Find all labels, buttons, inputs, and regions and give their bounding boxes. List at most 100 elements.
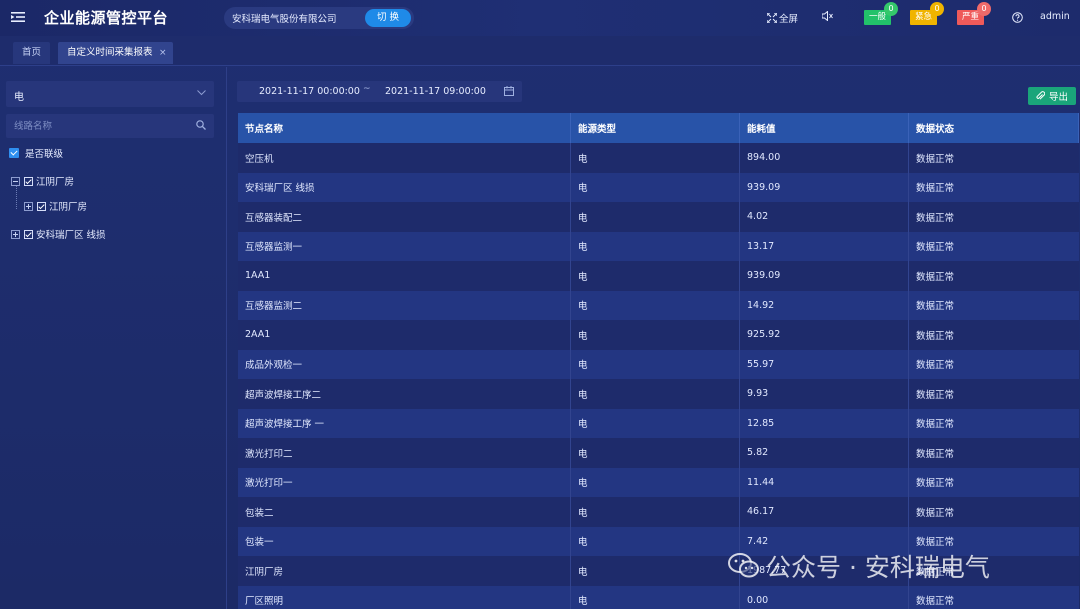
expand-icon[interactable] xyxy=(11,229,20,239)
table-row[interactable]: 包装一电 7.42 数据正常 xyxy=(238,526,1079,556)
cell-energy-type: 电 xyxy=(571,290,740,320)
alarm-urgent-badge[interactable]: 紧急 0 xyxy=(910,2,945,25)
cell-status: 数据正常 xyxy=(916,153,955,165)
cell-status: 数据正常 xyxy=(916,360,955,372)
tree-node-jiangyin[interactable]: 江阴厂房 xyxy=(11,174,74,188)
calendar-icon[interactable] xyxy=(504,86,514,96)
tab-close-icon[interactable]: × xyxy=(159,42,167,64)
cell-node-name: 包装二 xyxy=(238,497,571,527)
sidebar: 电 是否联级 江阴厂房 江阴厂房 安科瑞厂区 线损 xyxy=(0,67,227,609)
cascade-checkbox[interactable]: 是否联级 xyxy=(9,146,63,160)
line-name-search-input[interactable] xyxy=(6,114,186,138)
table-row[interactable]: 超声波焊接工序二电 9.93 数据正常 xyxy=(238,379,1079,409)
cell-consumption: 9.93 xyxy=(740,379,909,409)
tree-node-label: 安科瑞厂区 线损 xyxy=(36,230,106,241)
cell-energy-type: 电 xyxy=(571,408,740,438)
cell-energy-type: 电 xyxy=(571,526,740,556)
column-header-status[interactable]: 数据状态 xyxy=(909,113,1079,143)
alarm-urgent-count: 0 xyxy=(930,2,945,16)
cell-energy-type: 电 xyxy=(571,261,740,291)
cell-node-name: 空压机 xyxy=(238,143,571,173)
tab-home[interactable]: 首页 xyxy=(13,42,51,64)
cell-node-name: 超声波焊接工序 一 xyxy=(238,408,571,438)
cell-energy-type: 电 xyxy=(571,202,740,232)
table-row[interactable]: 2AA1 电 925.92 数据正常 xyxy=(238,320,1079,350)
cell-energy-type: 电 xyxy=(571,556,740,586)
app-title: 企业能源管控平台 xyxy=(44,9,169,27)
table-row[interactable]: 空压机电 894.00 数据正常 xyxy=(238,143,1079,173)
fullscreen-label: 全屏 xyxy=(779,14,799,25)
tab-custom-time-report[interactable]: 自定义时间采集报表 × xyxy=(58,42,173,64)
cell-node-name: 激光打印一 xyxy=(238,467,571,497)
tree-checkbox[interactable] xyxy=(24,229,33,239)
table-row[interactable]: 江阴厂房电 1987.77 数据正常 xyxy=(238,556,1079,586)
cell-node-name: 互感器监测二 xyxy=(238,290,571,320)
switch-company-button[interactable]: 切 换 xyxy=(365,9,411,27)
cell-status: 数据正常 xyxy=(916,271,955,283)
user-menu[interactable]: admin xyxy=(1040,11,1070,22)
table-row[interactable]: 互感器监测二电 14.92 数据正常 xyxy=(238,290,1079,320)
cell-status: 数据正常 xyxy=(916,537,955,549)
cell-node-name: 1AA1 xyxy=(238,261,571,291)
table-row[interactable]: 互感器装配二电 4.02 数据正常 xyxy=(238,202,1079,232)
end-datetime[interactable]: 2021-11-17 09:00:00 xyxy=(385,86,486,97)
cell-consumption: 7.42 xyxy=(740,526,909,556)
column-header-energy-type[interactable]: 能源类型 xyxy=(571,113,740,143)
cell-node-name: 厂区照明 xyxy=(238,585,571,609)
cell-status: 数据正常 xyxy=(916,478,955,490)
column-header-consumption[interactable]: 能耗值 xyxy=(740,113,909,143)
fullscreen-icon xyxy=(767,13,777,23)
table-row[interactable]: 互感器监测一电 13.17 数据正常 xyxy=(238,231,1079,261)
cell-node-name: 超声波焊接工序二 xyxy=(238,379,571,409)
cell-energy-type: 电 xyxy=(571,467,740,497)
search-icon[interactable] xyxy=(196,120,206,130)
table-row[interactable]: 1AA1 电 939.09 数据正常 xyxy=(238,261,1079,291)
tree-node-jiangyin-child[interactable]: 江阴厂房 xyxy=(24,199,87,213)
table-row[interactable]: 包装二电 46.17 数据正常 xyxy=(238,497,1079,527)
table-row[interactable]: 超声波焊接工序 一电 12.85 数据正常 xyxy=(238,408,1079,438)
table-row[interactable]: 激光打印二电 5.82 数据正常 xyxy=(238,438,1079,468)
cell-status: 数据正常 xyxy=(916,596,955,608)
cell-energy-type: 电 xyxy=(571,172,740,202)
export-button[interactable]: 导出 xyxy=(1028,87,1076,105)
tree-checkbox[interactable] xyxy=(24,176,33,186)
cell-consumption: 5.82 xyxy=(740,438,909,468)
data-table: 节点名称 能源类型 能耗值 数据状态 空压机电 894.00 数据正常 安科瑞厂区 线… xyxy=(238,113,1079,609)
energy-type-select[interactable]: 电 xyxy=(6,81,214,107)
column-header-node-name[interactable]: 节点名称 xyxy=(238,113,571,143)
collapse-icon[interactable] xyxy=(11,176,20,186)
expand-icon[interactable] xyxy=(24,201,33,211)
alarm-severe-badge[interactable]: 严重 0 xyxy=(957,2,992,25)
tab-report-label: 自定义时间采集报表 xyxy=(67,47,153,58)
cell-consumption: 46.17 xyxy=(740,497,909,527)
fullscreen-button[interactable]: 全屏 xyxy=(767,11,798,25)
cell-node-name: 成品外观检一 xyxy=(238,349,571,379)
cell-energy-type: 电 xyxy=(571,379,740,409)
cell-consumption: 939.09 xyxy=(740,261,909,291)
company-name: 安科瑞电气股份有限公司 xyxy=(232,14,337,25)
cell-consumption: 4.02 xyxy=(740,202,909,232)
cell-consumption: 1987.77 xyxy=(740,556,909,586)
start-datetime[interactable]: 2021-11-17 00:00:00 xyxy=(259,86,360,97)
date-range-picker[interactable]: 2021-11-17 00:00:00 ~ 2021-11-17 09:00:0… xyxy=(237,81,522,102)
tree-checkbox[interactable] xyxy=(37,201,46,211)
table-row[interactable]: 激光打印一电 11.44 数据正常 xyxy=(238,467,1079,497)
cell-energy-type: 电 xyxy=(571,320,740,350)
tree-node-acrel-loss[interactable]: 安科瑞厂区 线损 xyxy=(11,227,106,241)
mute-speaker-icon[interactable] xyxy=(822,11,834,21)
alarm-normal-badge[interactable]: 一般 0 xyxy=(864,2,899,25)
tree-node-label: 江阴厂房 xyxy=(36,177,75,188)
menu-toggle-icon[interactable] xyxy=(11,10,25,24)
table-header-row: 节点名称 能源类型 能耗值 数据状态 xyxy=(238,113,1079,143)
table-row[interactable]: 厂区照明电 0.00 数据正常 xyxy=(238,585,1079,609)
table-row[interactable]: 安科瑞厂区 线损电 939.09 数据正常 xyxy=(238,172,1079,202)
cell-status: 数据正常 xyxy=(916,448,955,460)
cell-consumption: 939.09 xyxy=(740,172,909,202)
help-icon[interactable] xyxy=(1012,12,1023,23)
cell-consumption: 55.97 xyxy=(740,349,909,379)
cell-status: 数据正常 xyxy=(916,419,955,431)
company-switcher: 安科瑞电气股份有限公司 切 换 xyxy=(224,7,414,29)
cell-status: 数据正常 xyxy=(916,242,955,254)
table-row[interactable]: 成品外观检一电 55.97 数据正常 xyxy=(238,349,1079,379)
cell-consumption: 14.92 xyxy=(740,290,909,320)
